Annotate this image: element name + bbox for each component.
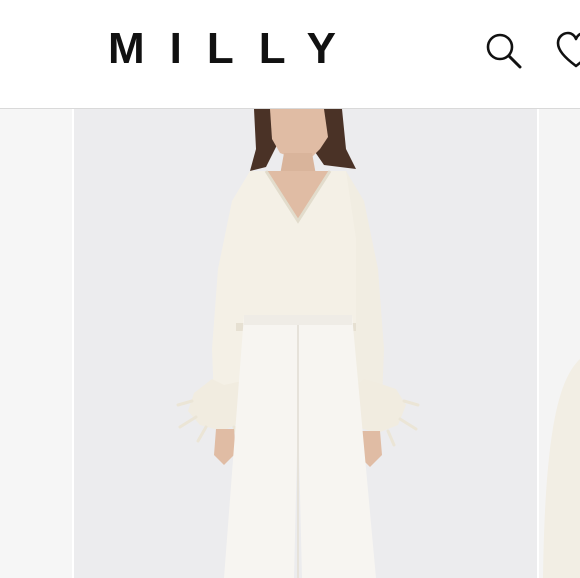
model-photo	[74, 109, 537, 578]
product-image-carousel[interactable]	[0, 109, 580, 578]
site-header: MILLY	[0, 0, 580, 109]
brand-logo[interactable]: MILLY	[108, 24, 361, 74]
search-button[interactable]	[484, 30, 524, 70]
previous-product-image[interactable]	[0, 109, 72, 578]
search-icon	[486, 33, 522, 69]
main-product-image[interactable]	[74, 109, 537, 578]
next-image-preview	[543, 359, 580, 578]
next-product-image[interactable]	[539, 109, 580, 578]
wishlist-button[interactable]	[556, 30, 580, 70]
heart-icon	[556, 31, 580, 68]
